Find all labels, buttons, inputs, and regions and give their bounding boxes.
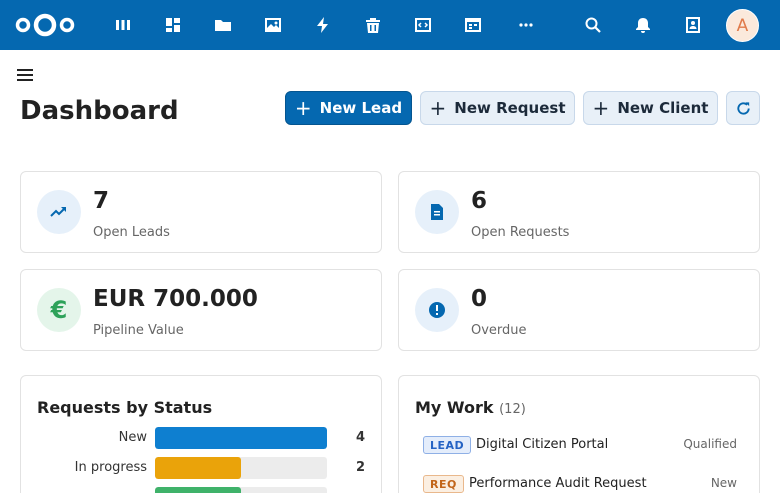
new-lead-label: New Lead (319, 99, 403, 117)
new-request-label: New Request (454, 99, 566, 117)
plus-icon: + (294, 96, 312, 120)
status-bar-fill (155, 457, 241, 479)
page-title: Dashboard (20, 96, 179, 126)
status-row[interactable]: In progress 2 (21, 457, 381, 479)
status-row[interactable] (21, 487, 381, 493)
my-work-title-text: My Work (415, 398, 494, 417)
plus-icon: + (429, 96, 447, 120)
pipeline-label: Pipeline Value (93, 323, 184, 338)
my-work-title: My Work (12) (415, 398, 526, 417)
status-row-count: 4 (355, 430, 365, 445)
hamburger-menu-icon[interactable] (14, 66, 36, 84)
work-item[interactable]: REQ Performance Audit Request New (423, 473, 737, 493)
pipeline-value: EUR 700.000 (93, 286, 258, 312)
new-client-label: New Client (617, 99, 709, 117)
grid-icon[interactable] (161, 13, 185, 37)
overdue-label: Overdue (471, 323, 527, 338)
open-leads-card[interactable]: 7 Open Leads (20, 171, 382, 253)
avatar-initial: A (736, 15, 749, 36)
trending-up-icon (37, 190, 81, 234)
status-row[interactable]: New 4 (21, 427, 381, 449)
more-icon[interactable] (514, 13, 538, 37)
new-lead-button[interactable]: + New Lead (285, 91, 412, 125)
overdue-card[interactable]: 0 Overdue (398, 269, 760, 351)
bell-icon[interactable] (631, 13, 655, 37)
user-avatar[interactable]: A (726, 9, 759, 42)
work-item-title[interactable]: Performance Audit Request (469, 476, 647, 491)
status-bar-fill (155, 427, 327, 449)
work-item-type-badge: LEAD (423, 436, 472, 454)
code-icon[interactable] (411, 13, 435, 37)
calendar-table-icon[interactable] (461, 13, 485, 37)
work-item-status: Qualified (683, 437, 737, 451)
activity-icon[interactable] (311, 13, 335, 37)
open-requests-value: 6 (471, 188, 488, 214)
requests-by-status-title: Requests by Status (37, 398, 213, 417)
document-icon (415, 190, 459, 234)
plus-icon: + (592, 96, 610, 120)
status-row-label: In progress (74, 460, 147, 475)
new-request-button[interactable]: + New Request (420, 91, 575, 125)
open-requests-card[interactable]: 6 Open Requests (398, 171, 760, 253)
image-icon[interactable] (261, 13, 285, 37)
overdue-value: 0 (471, 286, 488, 312)
pipeline-value-card[interactable]: € EUR 700.000 Pipeline Value (20, 269, 382, 351)
contacts-icon[interactable] (681, 13, 705, 37)
work-item-type-badge: REQ (423, 475, 464, 493)
work-item-title[interactable]: Digital Citizen Portal (476, 437, 608, 452)
open-requests-label: Open Requests (471, 225, 570, 240)
status-row-count: 2 (355, 460, 365, 475)
refresh-icon (736, 101, 750, 115)
my-work-panel: My Work (12) LEAD Digital Citizen Portal Q… (398, 375, 760, 493)
euro-icon: € (37, 288, 81, 332)
nextcloud-logo-icon[interactable] (14, 12, 76, 38)
search-icon[interactable] (581, 13, 605, 37)
requests-by-status-panel: Requests by Status New 4 In progress 2 (20, 375, 382, 493)
work-item[interactable]: LEAD Digital Citizen Portal Qualified (423, 434, 737, 456)
new-client-button[interactable]: + New Client (583, 91, 718, 125)
status-row-label: New (118, 430, 147, 445)
open-leads-label: Open Leads (93, 225, 170, 240)
my-work-count: (12) (499, 402, 526, 417)
work-item-status: New (710, 476, 737, 490)
top-bar: A (0, 0, 780, 50)
open-leads-value: 7 (93, 188, 110, 214)
status-bar-fill (155, 487, 241, 493)
trash-icon[interactable] (361, 13, 385, 37)
status-bar-track (155, 487, 327, 493)
status-bar-track (155, 457, 327, 479)
folder-icon[interactable] (211, 13, 235, 37)
alert-icon (415, 288, 459, 332)
dashboard-icon[interactable] (111, 13, 135, 37)
status-bar-track (155, 427, 327, 449)
refresh-button[interactable] (726, 91, 760, 125)
